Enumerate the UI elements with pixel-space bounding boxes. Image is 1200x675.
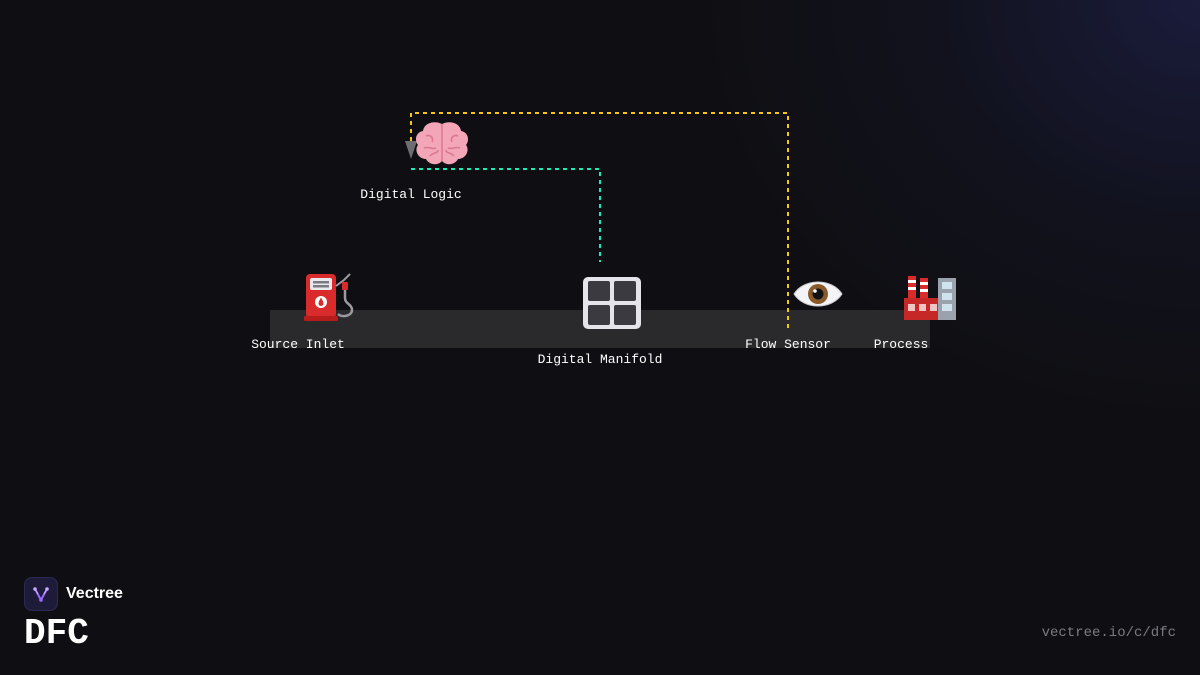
eye-icon: [793, 281, 843, 307]
node-label-digital-manifold: Digital Manifold: [537, 352, 663, 367]
vectree-logo-icon: [24, 577, 58, 611]
brain-icon: [415, 122, 469, 165]
node-label-flow-sensor: Flow Sensor: [745, 337, 831, 352]
node-label-digital-logic: Digital Logic: [360, 187, 462, 202]
fuel-pump-icon: [304, 273, 354, 321]
page-title: DFC: [24, 613, 89, 654]
brand-name: Vectree: [66, 585, 123, 602]
source-url-link[interactable]: vectree.io/c/dfc: [1042, 625, 1176, 641]
control-line-logic-to-manifold: [411, 168, 601, 262]
node-label-source-inlet: Source Inlet: [251, 337, 345, 352]
connection-lines: [410, 112, 789, 328]
flow-diagram: Source Inlet Digital Logic Digital Manif…: [0, 0, 1200, 675]
manifold-grid-icon: [583, 277, 641, 329]
factory-icon: [904, 276, 956, 320]
node-label-process: Process: [873, 337, 929, 352]
